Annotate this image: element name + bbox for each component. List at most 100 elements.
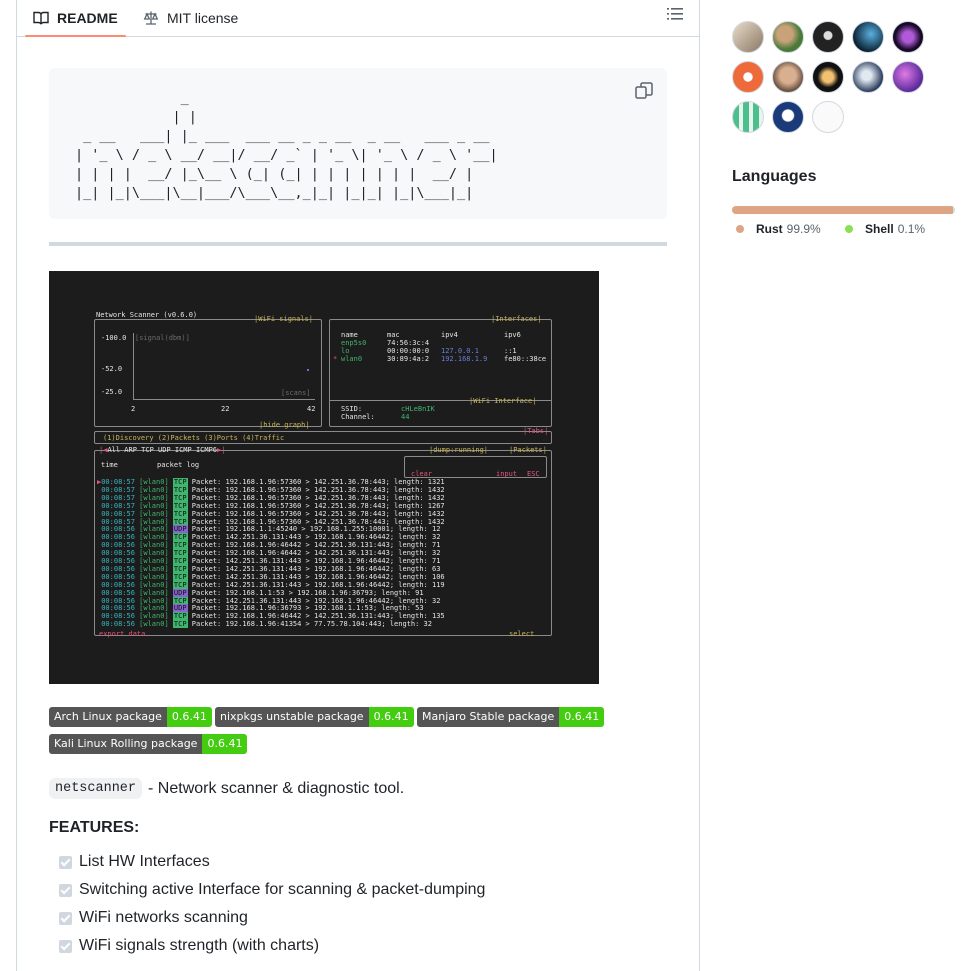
packet-iface: [wlan0] <box>139 517 169 526</box>
packet-row[interactable]: 00:08:56 [wlan0] TCP Packet: 142.251.36.… <box>97 596 440 605</box>
packet-row[interactable]: 00:08:57 [wlan0] TCP Packet: 192.168.1.9… <box>97 493 445 502</box>
tabs-line[interactable]: (1)Discovery (2)Packets (3)Ports (4)Traf… <box>103 434 284 442</box>
packet-iface: [wlan0] <box>139 493 169 502</box>
contributor-avatar[interactable] <box>732 101 764 133</box>
badge-kali[interactable]: Kali Linux Rolling package 0.6.41 <box>49 734 248 754</box>
packet-iface: [wlan0] <box>139 541 169 550</box>
hide-graph-button[interactable]: |hide graph| <box>259 421 310 429</box>
channel-label: Channel: <box>341 413 375 421</box>
language-rust[interactable]: Rust 99.9% <box>736 222 821 236</box>
packet-row[interactable]: 00:08:56 [wlan0] TCP Packet: 192.168.1.9… <box>97 612 445 621</box>
packet-row[interactable]: 00:08:56 [wlan0] TCP Packet: 142.251.36.… <box>97 580 445 589</box>
checkbox-icon <box>59 883 72 897</box>
packet-row[interactable]: 00:08:57 [wlan0] TCP Packet: 192.168.1.9… <box>97 501 445 510</box>
packet-proto: TCP <box>172 485 188 494</box>
packet-proto: TCP <box>172 557 188 565</box>
outline-icon[interactable] <box>665 4 685 24</box>
contributor-avatar[interactable] <box>772 101 804 133</box>
packet-row[interactable]: 00:08:56 [wlan0] TCP Packet: 142.251.36.… <box>97 564 440 573</box>
contributor-avatar[interactable] <box>812 21 844 53</box>
ssid-label: SSID: <box>341 405 363 413</box>
iface-header-ipv4: ipv4 <box>441 331 458 339</box>
language-shell[interactable]: Shell 0.1% <box>845 222 925 236</box>
packet-row[interactable]: 00:08:56 [wlan0] TCP Packet: 192.168.1.9… <box>97 541 440 550</box>
packet-iface: [wlan0] <box>139 501 169 510</box>
contributor-avatar[interactable] <box>812 61 844 93</box>
contributor-avatar[interactable] <box>892 61 924 93</box>
packet-proto: TCP <box>172 501 188 510</box>
packet-iface: [wlan0] <box>139 549 169 558</box>
packet-time: 00:08:57 <box>101 478 135 486</box>
iface-row-ipv6: ::1 <box>504 347 517 355</box>
packet-row[interactable]: 00:08:56 [wlan0] TCP Packet: 192.168.1.9… <box>97 549 441 558</box>
packet-time: 00:08:56 <box>101 572 135 581</box>
iface-row-name[interactable]: enp5s0 <box>341 339 366 347</box>
interfaces-title: |Interfaces| <box>491 315 542 323</box>
copy-icon[interactable] <box>633 80 655 102</box>
packet-row[interactable]: ▶00:08:57 [wlan0] TCP Packet: 192.168.1.… <box>97 478 445 486</box>
protocol-filter[interactable]: |◀All ARP TCP UDP ICMP ICMP6▶| <box>99 446 225 454</box>
iface-row-name[interactable]: wlan0 <box>341 355 362 363</box>
ascii-art-block: _ | | _ __ ___| |_ ___ ___ __ _ _ __ _ _… <box>49 68 667 219</box>
badge-arch[interactable]: Arch Linux package 0.6.41 <box>49 707 212 727</box>
tab-license[interactable]: MIT license <box>143 0 238 36</box>
badge-manjaro[interactable]: Manjaro Stable package 0.6.41 <box>417 707 605 727</box>
chart-y-top: -100.0 <box>101 334 127 342</box>
packet-row[interactable]: 00:08:56 [wlan0] TCP Packet: 142.251.36.… <box>97 533 441 542</box>
ascii-art: _ | | _ __ ___| |_ ___ ___ __ _ _ __ _ _… <box>75 90 498 201</box>
contributor-avatar[interactable] <box>732 61 764 93</box>
packet-time: 00:08:57 <box>101 485 135 494</box>
filter-line: All ARP TCP UDP ICMP ICMP6 <box>107 446 218 454</box>
contributor-avatar[interactable] <box>812 101 844 133</box>
packet-text: Packet: 192.168.1.96:46442 > 142.251.36.… <box>191 612 445 621</box>
terminal-title: Network Scanner (v0.6.0) <box>96 311 198 319</box>
feature-item: Switching active Interface for scanning … <box>59 876 485 904</box>
packet-time: 00:08:56 <box>101 564 135 573</box>
contributor-avatar[interactable] <box>852 21 884 53</box>
packet-row[interactable]: 00:08:56 [wlan0] UDP Packet: 192.168.1.1… <box>97 588 424 597</box>
contributor-avatar[interactable] <box>892 21 924 53</box>
packet-proto: TCP <box>172 620 188 629</box>
packet-row[interactable]: 00:08:56 [wlan0] UDP Packet: 192.168.1.9… <box>97 604 424 613</box>
badge-label: Arch Linux package <box>49 707 167 727</box>
packet-row[interactable]: 00:08:56 [wlan0] TCP Packet: 142.251.36.… <box>97 557 440 565</box>
packet-iface: [wlan0] <box>139 485 169 494</box>
packet-proto: TCP <box>172 478 188 486</box>
packet-text: Packet: 142.251.36.131:443 > 192.168.1.9… <box>191 533 441 542</box>
contributor-avatar[interactable] <box>772 61 804 93</box>
packet-iface: [wlan0] <box>139 533 169 542</box>
project-name-code: netscanner <box>49 778 143 799</box>
packet-row[interactable]: 00:08:56 [wlan0] TCP Packet: 142.251.36.… <box>97 572 445 581</box>
packet-row[interactable]: 00:08:57 [wlan0] TCP Packet: 192.168.1.9… <box>97 485 445 494</box>
chart-x-label: [scans] <box>281 389 311 397</box>
packet-proto: TCP <box>172 509 188 518</box>
export-data-button[interactable]: export data <box>99 630 145 638</box>
description-text: - Network scanner & diagnostic tool. <box>148 779 405 797</box>
description: netscanner - Network scanner & diagnosti… <box>49 778 404 799</box>
packet-row[interactable]: 00:08:56 [wlan0] UDP Packet: 192.168.1.1… <box>97 525 441 534</box>
packet-proto: TCP <box>172 564 188 573</box>
packet-text: Packet: 192.168.1.1:45240 > 192.168.1.25… <box>191 525 441 534</box>
language-dot-icon <box>845 225 853 233</box>
language-percent: 99.9% <box>786 222 821 236</box>
feature-item: List HW Interfaces <box>59 848 485 876</box>
packet-row[interactable]: 00:08:57 [wlan0] TCP Packet: 192.168.1.9… <box>97 509 445 518</box>
packet-text: Packet: 192.168.1.96:46442 > 142.251.36.… <box>191 549 441 558</box>
packet-row[interactable]: 00:08:57 [wlan0] TCP Packet: 192.168.1.9… <box>97 517 445 526</box>
contributor-avatar[interactable] <box>852 61 884 93</box>
packet-text: Packet: 192.168.1.96:36793 > 192.168.1.1… <box>191 604 424 613</box>
packet-iface: [wlan0] <box>139 620 169 629</box>
tab-readme[interactable]: README <box>25 0 126 37</box>
book-icon <box>33 11 49 25</box>
packet-time: 00:08:56 <box>101 596 135 605</box>
contributor-avatar[interactable] <box>732 21 764 53</box>
packet-time: 00:08:56 <box>101 604 135 613</box>
iface-row-ipv4: 127.0.0.1 <box>441 347 479 355</box>
clear-button[interactable]: clear <box>411 470 432 478</box>
badge-nixpkgs[interactable]: nixpkgs unstable package 0.6.41 <box>215 707 414 727</box>
iface-row-name[interactable]: lo <box>341 347 349 355</box>
packet-row[interactable]: 00:08:56 [wlan0] TCP Packet: 192.168.1.9… <box>97 620 432 629</box>
iface-header-name: name <box>341 331 358 339</box>
contributor-avatar[interactable] <box>772 21 804 53</box>
packet-text: Packet: 192.168.1.96:57360 > 142.251.36.… <box>191 501 445 510</box>
